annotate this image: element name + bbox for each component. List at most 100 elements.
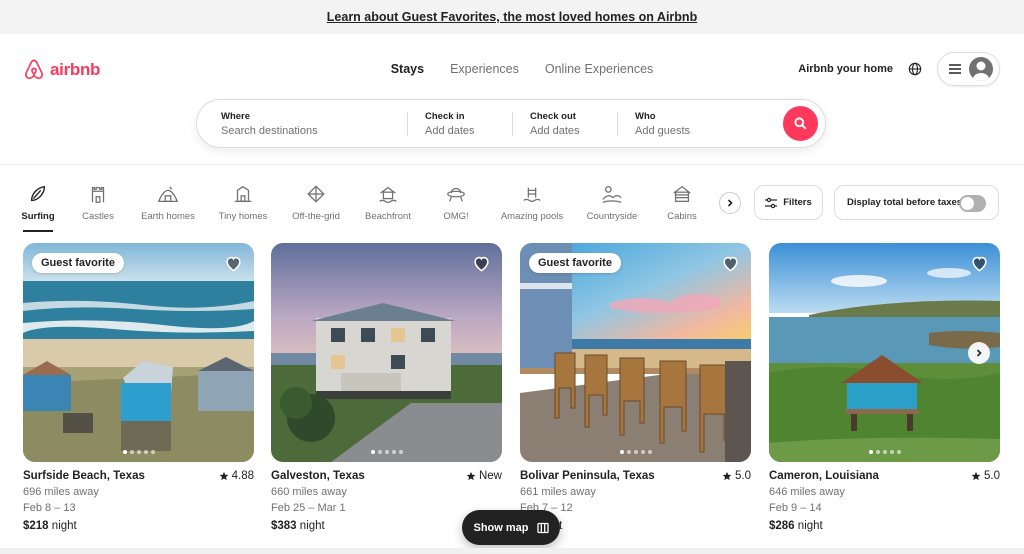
listing-rating: New xyxy=(466,470,502,482)
check-out-value: Add dates xyxy=(530,124,580,137)
chevron-right-icon xyxy=(727,199,733,207)
search-icon xyxy=(794,117,807,130)
hamburger-icon xyxy=(949,64,961,74)
active-category-underline xyxy=(23,230,53,232)
star-icon xyxy=(219,471,228,481)
check-out-label: Check out xyxy=(530,110,576,122)
listing-title: Bolivar Peninsula, Texas xyxy=(520,470,655,482)
price-amount: $383 xyxy=(271,520,297,532)
listing-photo[interactable]: Guest favorite xyxy=(23,243,254,462)
listing-price: $218 night xyxy=(23,520,254,532)
listing-distance: 646 miles away xyxy=(769,486,845,498)
listing-image xyxy=(271,243,502,462)
category-bar: Surfing Castles Earth homes Tiny homes O… xyxy=(0,165,1024,241)
chevron-right-icon xyxy=(976,349,982,357)
heart-icon[interactable] xyxy=(721,254,740,273)
map-icon xyxy=(536,522,549,533)
nav-online-experiences[interactable]: Online Experiences xyxy=(532,62,666,76)
heart-icon[interactable] xyxy=(472,254,491,273)
price-unit: night xyxy=(299,520,325,532)
listing-price: $286 night xyxy=(769,520,1000,532)
carousel-dots xyxy=(271,450,502,454)
photo-next-button[interactable] xyxy=(968,342,990,364)
tax-toggle-control: Display total before taxes xyxy=(834,185,999,220)
where-label: Where xyxy=(221,110,251,122)
carousel-dots xyxy=(23,450,254,454)
category-label: Surfing xyxy=(21,211,55,222)
listing-card[interactable]: Guest favorite Surfside Beach, Texas 4.8… xyxy=(23,243,254,532)
nav-stays[interactable]: Stays xyxy=(378,62,437,76)
user-menu-button[interactable] xyxy=(937,52,1000,86)
listing-photo[interactable]: Guest favorite xyxy=(520,243,751,462)
listing-dates: Feb 8 – 13 xyxy=(23,502,76,514)
user-avatar-icon xyxy=(969,57,993,81)
price-amount: $218 xyxy=(23,520,49,532)
search-button[interactable] xyxy=(783,106,818,141)
show-map-button[interactable]: Show map xyxy=(462,510,560,545)
listing-dates: Feb 9 – 14 xyxy=(769,502,822,514)
search-check-in[interactable]: Check in Add dates xyxy=(407,100,512,147)
category-countryside[interactable]: Countryside xyxy=(586,183,638,222)
ufo-icon xyxy=(447,187,465,202)
listing-image xyxy=(769,243,1000,462)
pool-icon xyxy=(523,187,541,203)
category-label: Beachfront xyxy=(365,211,411,222)
listing-card[interactable]: Galveston, Texas New 660 miles away Feb … xyxy=(271,243,502,532)
heart-icon[interactable] xyxy=(224,254,243,273)
guest-favorites-link[interactable]: Learn about Guest Favorites, the most lo… xyxy=(327,10,697,24)
category-label: Tiny homes xyxy=(218,211,268,222)
globe-icon[interactable] xyxy=(905,59,925,79)
rating-value: 4.88 xyxy=(231,470,254,482)
category-label: Amazing pools xyxy=(500,211,564,222)
category-tiny-homes[interactable]: Tiny homes xyxy=(218,183,268,222)
category-label: Countryside xyxy=(586,211,638,222)
top-banner: Learn about Guest Favorites, the most lo… xyxy=(0,0,1024,34)
castle-icon xyxy=(91,186,105,203)
category-label: OMG! xyxy=(443,211,469,222)
category-cabins[interactable]: Cabins xyxy=(667,183,697,222)
category-omg[interactable]: OMG! xyxy=(442,183,470,222)
filters-label: Filters xyxy=(783,197,812,208)
category-castles[interactable]: Castles xyxy=(80,183,116,222)
sliders-icon xyxy=(765,197,778,208)
listing-photo[interactable] xyxy=(271,243,502,462)
page-bottom-edge xyxy=(0,548,1024,554)
search-where[interactable]: Where Search destinations xyxy=(197,100,407,147)
countryside-icon xyxy=(602,186,622,203)
listing-rating: 4.88 xyxy=(219,470,254,482)
guest-favorite-badge: Guest favorite xyxy=(32,253,124,273)
category-label: Off-the-grid xyxy=(292,211,340,222)
listing-image xyxy=(520,243,751,462)
show-map-label: Show map xyxy=(473,521,529,534)
category-earth-homes[interactable]: Earth homes xyxy=(140,183,196,222)
listing-rating: 5.0 xyxy=(722,470,751,482)
price-unit: night xyxy=(51,520,77,532)
price-amount: $286 xyxy=(769,520,795,532)
heart-icon[interactable] xyxy=(970,254,989,273)
category-label: Castles xyxy=(82,211,114,222)
search-check-out[interactable]: Check out Add dates xyxy=(512,100,617,147)
filters-button[interactable]: Filters xyxy=(754,185,823,220)
nav-experiences[interactable]: Experiences xyxy=(437,62,532,76)
category-scroll-next-button[interactable] xyxy=(719,192,741,214)
right-nav: Airbnb your home xyxy=(798,52,1000,86)
listing-card[interactable]: Cameron, Louisiana 5.0 646 miles away Fe… xyxy=(769,243,1000,532)
category-off-the-grid[interactable]: Off-the-grid xyxy=(289,183,343,222)
listing-title: Cameron, Louisiana xyxy=(769,470,879,482)
earth-home-icon xyxy=(157,186,179,202)
category-amazing-pools[interactable]: Amazing pools xyxy=(500,183,564,222)
category-label: Cabins xyxy=(667,211,697,222)
category-beachfront[interactable]: Beachfront xyxy=(364,183,412,222)
rating-value: 5.0 xyxy=(735,470,751,482)
tax-toggle-switch[interactable] xyxy=(959,195,986,212)
listing-photo[interactable] xyxy=(769,243,1000,462)
where-input[interactable]: Search destinations xyxy=(221,125,407,137)
rating-value: 5.0 xyxy=(984,470,1000,482)
cabin-icon xyxy=(673,185,691,202)
category-surfing[interactable]: Surfing xyxy=(21,183,55,222)
host-link[interactable]: Airbnb your home xyxy=(798,63,893,75)
listing-card[interactable]: Guest favorite Bolivar Peninsula, Texas … xyxy=(520,243,751,532)
listing-distance: 661 miles away xyxy=(520,486,596,498)
listing-image xyxy=(23,243,254,462)
listing-info: Cameron, Louisiana 5.0 646 miles away Fe… xyxy=(769,470,1000,532)
